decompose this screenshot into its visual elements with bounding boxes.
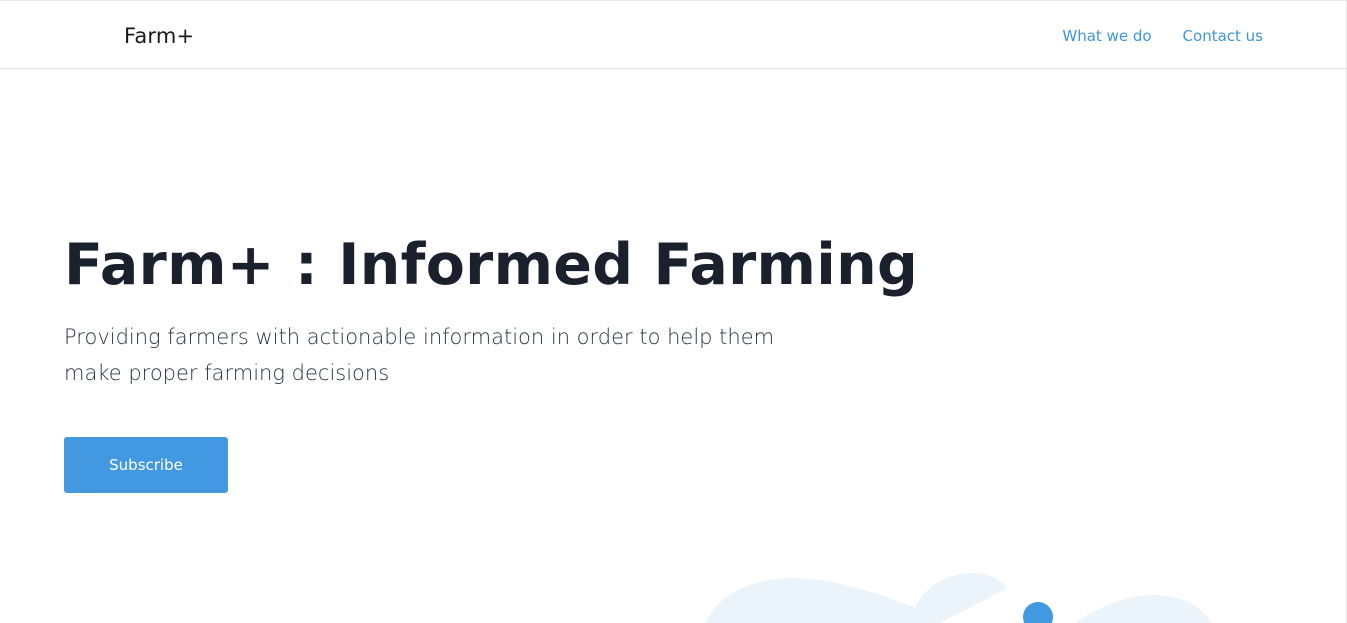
hero-subtitle: Providing farmers with actionable inform… <box>64 325 775 385</box>
subscribe-button[interactable]: Subscribe <box>64 437 228 493</box>
hero-illustration <box>705 572 1212 623</box>
illustration-dot <box>1023 602 1053 623</box>
hero-title: Farm+ : Informed Farming <box>64 232 919 298</box>
nav-links: What we do Contact us <box>1062 26 1263 46</box>
nav-link-what-we-do[interactable]: What we do <box>1062 26 1151 46</box>
illustration-shape-right <box>1075 595 1212 623</box>
top-navbar: Farm+ What we do Contact us <box>0 0 1346 69</box>
nav-link-contact-us[interactable]: Contact us <box>1183 26 1263 46</box>
page: Farm+ What we do Contact us Farm+ : Info… <box>0 0 1347 623</box>
brand-logo-text[interactable]: Farm+ <box>124 23 194 49</box>
